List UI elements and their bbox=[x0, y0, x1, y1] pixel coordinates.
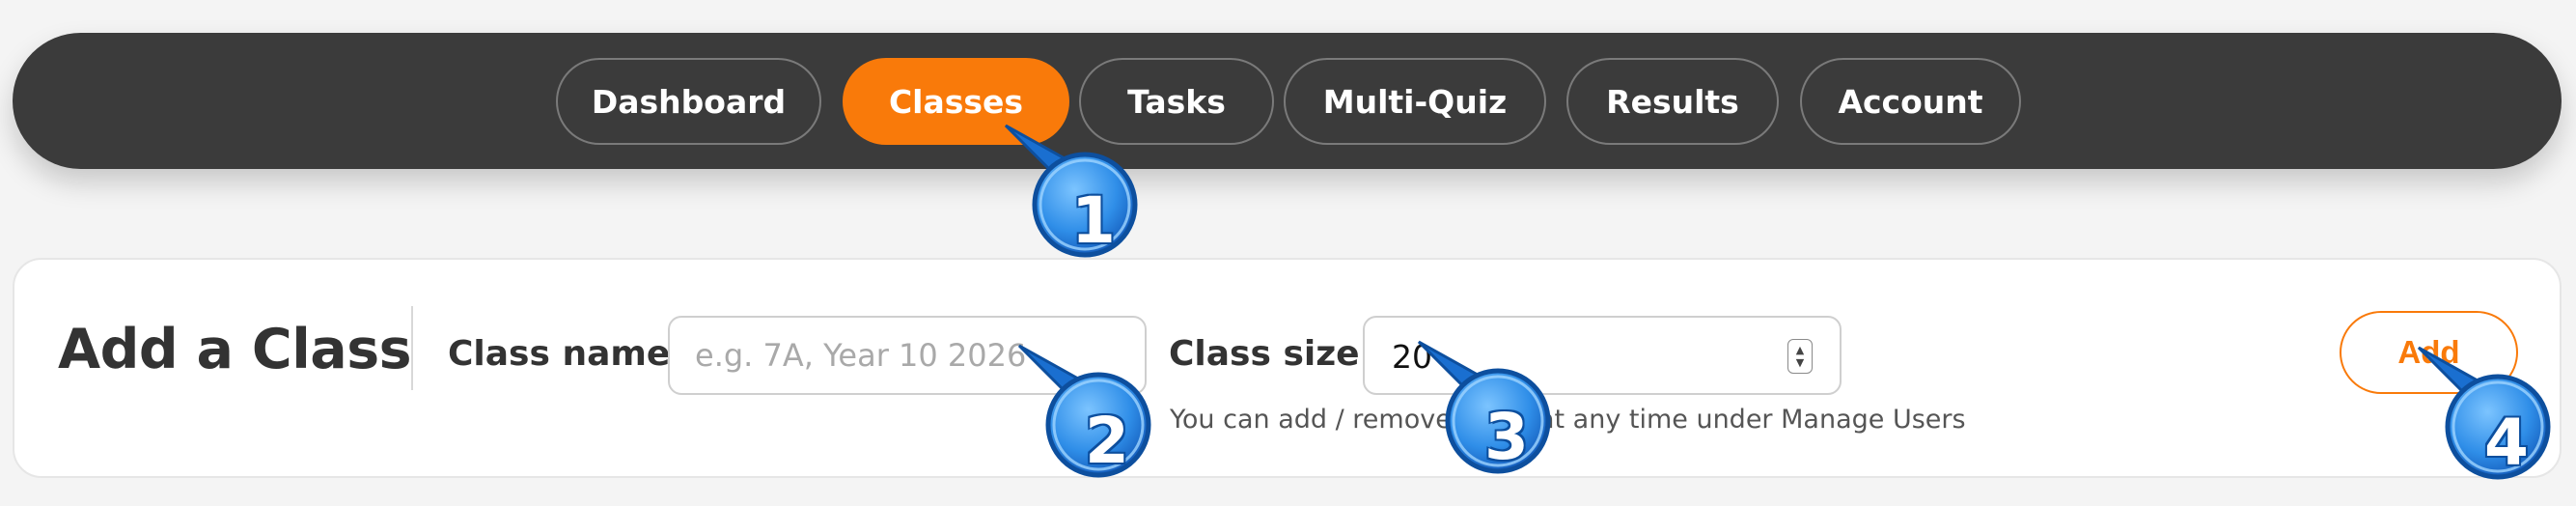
step-marker-number: 4 bbox=[2484, 405, 2529, 480]
stepper-down-icon[interactable]: ▼ bbox=[1796, 356, 1804, 369]
step-marker-number: 1 bbox=[1071, 183, 1116, 258]
class-size-stepper[interactable]: ▲ ▼ bbox=[1787, 339, 1813, 374]
title-divider bbox=[411, 306, 413, 390]
page: Dashboard Classes Tasks Multi-Quiz Resul… bbox=[0, 0, 2576, 506]
step-marker-number: 3 bbox=[1484, 399, 1529, 474]
step-marker-number: 2 bbox=[1085, 403, 1129, 478]
step-marker-3: 3 bbox=[1417, 340, 1562, 485]
add-class-card: Add a Class Class name: Class size: 20 ▲… bbox=[13, 258, 2562, 478]
step-marker-1: 1 bbox=[1004, 124, 1149, 268]
main-navbar: Dashboard Classes Tasks Multi-Quiz Resul… bbox=[13, 33, 2562, 169]
step-marker-2: 2 bbox=[1017, 344, 1162, 489]
class-size-label: Class size: bbox=[1169, 334, 1373, 374]
nav-tab-dashboard[interactable]: Dashboard bbox=[556, 58, 821, 145]
nav-tab-account[interactable]: Account bbox=[1800, 58, 2021, 145]
nav-tab-multi-quiz[interactable]: Multi-Quiz bbox=[1284, 58, 1546, 145]
add-class-title: Add a Class bbox=[58, 318, 412, 381]
class-size-hint: You can add / remove users at any time u… bbox=[1170, 405, 1966, 435]
stepper-up-icon[interactable]: ▲ bbox=[1796, 344, 1804, 356]
step-marker-4: 4 bbox=[2417, 346, 2562, 491]
nav-tab-results[interactable]: Results bbox=[1566, 58, 1779, 145]
class-name-label: Class name: bbox=[448, 334, 684, 374]
